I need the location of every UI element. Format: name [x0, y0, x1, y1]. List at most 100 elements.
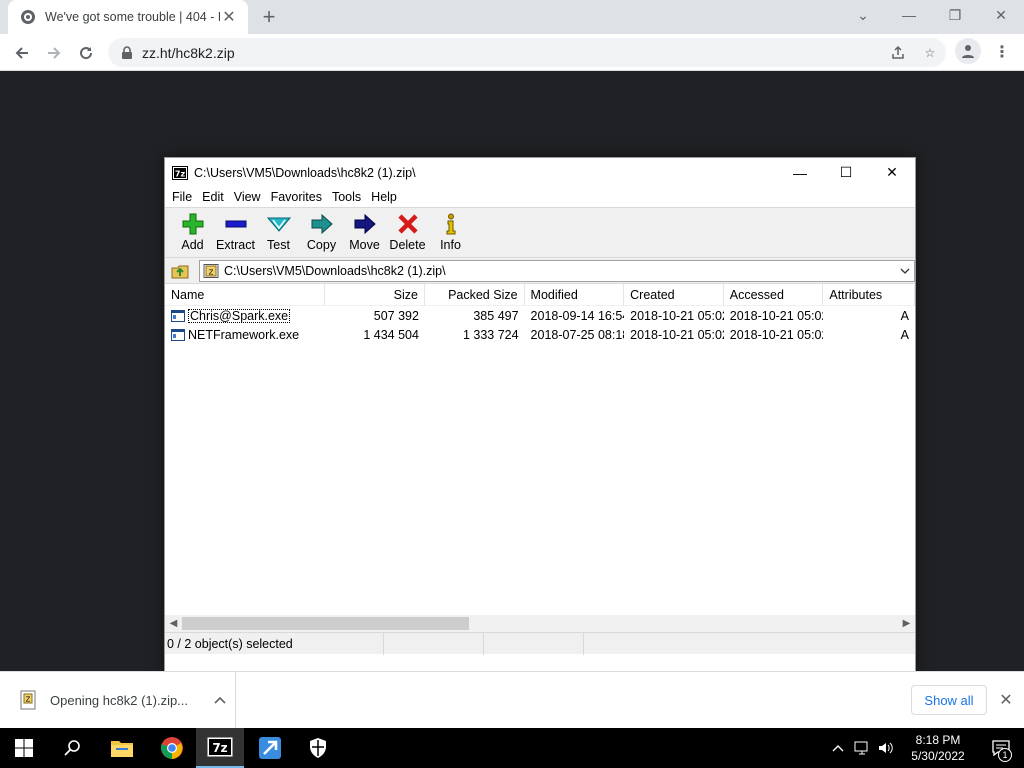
browser-tab[interactable]: We've got some trouble | 404 - R ✕ — [8, 0, 248, 34]
new-tab-button[interactable]: + — [258, 4, 280, 29]
folder-up-button[interactable] — [169, 261, 191, 281]
back-arrow-icon — [15, 47, 28, 59]
sevenzip-title: C:\Users\VM5\Downloads\hc8k2 (1).zip\ — [194, 165, 416, 180]
file-packed-size: 385 497 — [473, 308, 519, 323]
sevenzip-taskbar-button[interactable]: 7z — [196, 728, 244, 768]
horizontal-scrollbar[interactable]: ◀ ▶ — [165, 615, 915, 632]
reload-button[interactable] — [72, 39, 100, 67]
windows-logo-icon — [15, 739, 33, 757]
scroll-right-icon[interactable]: ▶ — [898, 615, 915, 632]
download-item[interactable]: Z Opening hc8k2 (1).zip... — [0, 672, 236, 728]
tab-search-icon[interactable]: ⌄ — [840, 0, 886, 30]
selection-status: 0 / 2 object(s) selected — [165, 632, 384, 655]
column-header-created[interactable]: Created — [624, 284, 724, 306]
table-row[interactable]: NETFramework.exe 1 434 504 1 333 724 201… — [165, 325, 915, 344]
column-header-modified[interactable]: Modified — [525, 284, 625, 306]
chevron-up-icon[interactable] — [205, 696, 235, 704]
download-filename: Opening hc8k2 (1).zip... — [50, 692, 189, 708]
test-icon — [266, 217, 291, 232]
sevenzip-path-box[interactable]: Z C:\Users\VM5\Downloads\hc8k2 (1).zip\ — [199, 259, 915, 282]
sevenzip-close-button[interactable]: ✕ — [869, 158, 915, 187]
search-icon — [64, 740, 80, 756]
start-button[interactable] — [0, 728, 48, 768]
folder-icon — [111, 741, 133, 757]
taskbar: 7z 8:18 PM 5/30/2022 1 — [0, 728, 1024, 768]
column-header-attributes[interactable]: Attributes — [823, 284, 915, 306]
restore-button[interactable]: ❐ — [932, 0, 978, 30]
close-shelf-icon[interactable]: ✕ — [996, 690, 1016, 710]
sevenzip-menubar: File Edit View Favorites Tools Help — [165, 187, 915, 208]
tray-chevron-up-icon[interactable] — [826, 728, 850, 768]
menu-view[interactable]: View — [229, 190, 266, 204]
taskbar-clock[interactable]: 8:18 PM 5/30/2022 — [898, 732, 978, 764]
address-bar[interactable]: zz.ht/hc8k2.zip ☆ — [108, 38, 946, 67]
volume-icon[interactable] — [874, 728, 898, 768]
chrome-menu-icon[interactable]: ⋮ — [992, 40, 1012, 64]
back-button[interactable] — [8, 39, 36, 67]
extract-button[interactable]: Extract — [214, 208, 257, 252]
sevenzip-address-row: Z C:\Users\VM5\Downloads\hc8k2 (1).zip\ — [165, 258, 915, 284]
download-shelf: Z Opening hc8k2 (1).zip... Show all ✕ — [0, 671, 1024, 728]
shield-icon — [310, 738, 326, 758]
file-modified: 2018-09-14 16:54 — [530, 308, 625, 323]
share-icon[interactable] — [882, 38, 914, 67]
scroll-thumb[interactable] — [182, 617, 469, 630]
shortcut-taskbar-button[interactable] — [246, 728, 294, 768]
sevenzip-icon: 7z — [207, 737, 233, 757]
tab-close-icon[interactable]: ✕ — [220, 8, 238, 26]
column-header-packed-size[interactable]: Packed Size — [425, 284, 525, 306]
menu-help[interactable]: Help — [366, 190, 402, 204]
table-row[interactable]: Chris@Spark.exe 507 392 385 497 2018-09-… — [165, 306, 915, 325]
scroll-left-icon[interactable]: ◀ — [165, 615, 182, 632]
sevenzip-statusbar: 0 / 2 object(s) selected — [165, 632, 915, 655]
menu-tools[interactable]: Tools — [327, 190, 366, 204]
delete-button[interactable]: Delete — [386, 208, 429, 252]
svg-text:7z: 7z — [175, 169, 186, 178]
clock-date: 5/30/2022 — [911, 749, 965, 763]
file-created: 2018-10-21 05:02 — [630, 308, 724, 323]
svg-text:Z: Z — [26, 696, 31, 704]
chevron-down-icon[interactable] — [896, 268, 914, 274]
minimize-button[interactable]: — — [886, 0, 932, 30]
info-icon — [446, 213, 455, 235]
profile-avatar-icon[interactable] — [955, 38, 981, 64]
exe-file-icon — [171, 328, 185, 341]
forward-arrow-icon — [48, 47, 61, 59]
move-button[interactable]: Move — [343, 208, 386, 252]
column-header-size[interactable]: Size — [325, 284, 425, 306]
close-window-button[interactable]: ✕ — [978, 0, 1024, 30]
bookmark-star-icon[interactable]: ☆ — [914, 38, 946, 67]
search-button[interactable] — [48, 728, 96, 768]
forward-button[interactable] — [40, 39, 68, 67]
sevenzip-minimize-button[interactable]: — — [777, 158, 823, 187]
menu-favorites[interactable]: Favorites — [266, 190, 327, 204]
add-button[interactable]: Add — [171, 208, 214, 252]
chrome-taskbar-button[interactable] — [148, 728, 196, 768]
status-cell-2 — [384, 632, 484, 655]
sevenzip-toolbar: Add Extract Test Copy Move Delete Info — [165, 208, 915, 258]
menu-file[interactable]: File — [167, 190, 197, 204]
security-taskbar-button[interactable] — [294, 728, 342, 768]
copy-button[interactable]: Copy — [300, 208, 343, 252]
file-attributes: A — [900, 308, 910, 323]
column-header-name[interactable]: Name — [165, 284, 326, 306]
sevenzip-maximize-button[interactable]: ☐ — [823, 158, 869, 187]
column-header-accessed[interactable]: Accessed — [724, 284, 824, 306]
tab-strip: We've got some trouble | 404 - R ✕ + ⌄ —… — [0, 0, 1024, 34]
test-button[interactable]: Test — [257, 208, 300, 252]
file-explorer-button[interactable] — [98, 728, 146, 768]
delete-icon — [397, 214, 418, 234]
file-list-header: Name Size Packed Size Modified Created A… — [165, 284, 915, 306]
scroll-track[interactable] — [182, 615, 898, 632]
info-button[interactable]: Info — [429, 208, 472, 252]
browser-toolbar: zz.ht/hc8k2.zip ☆ — [0, 34, 1024, 71]
action-center-button[interactable]: 1 — [978, 728, 1024, 768]
zip-file-icon: Z — [20, 690, 36, 710]
browser-window-controls: ⌄ — ❐ ✕ — [840, 0, 1024, 34]
globe-icon — [21, 10, 35, 24]
file-size: 507 392 — [373, 308, 419, 323]
clock-time: 8:18 PM — [915, 733, 961, 747]
show-all-button[interactable]: Show all — [911, 685, 987, 715]
network-icon[interactable] — [850, 728, 874, 768]
menu-edit[interactable]: Edit — [197, 190, 229, 204]
